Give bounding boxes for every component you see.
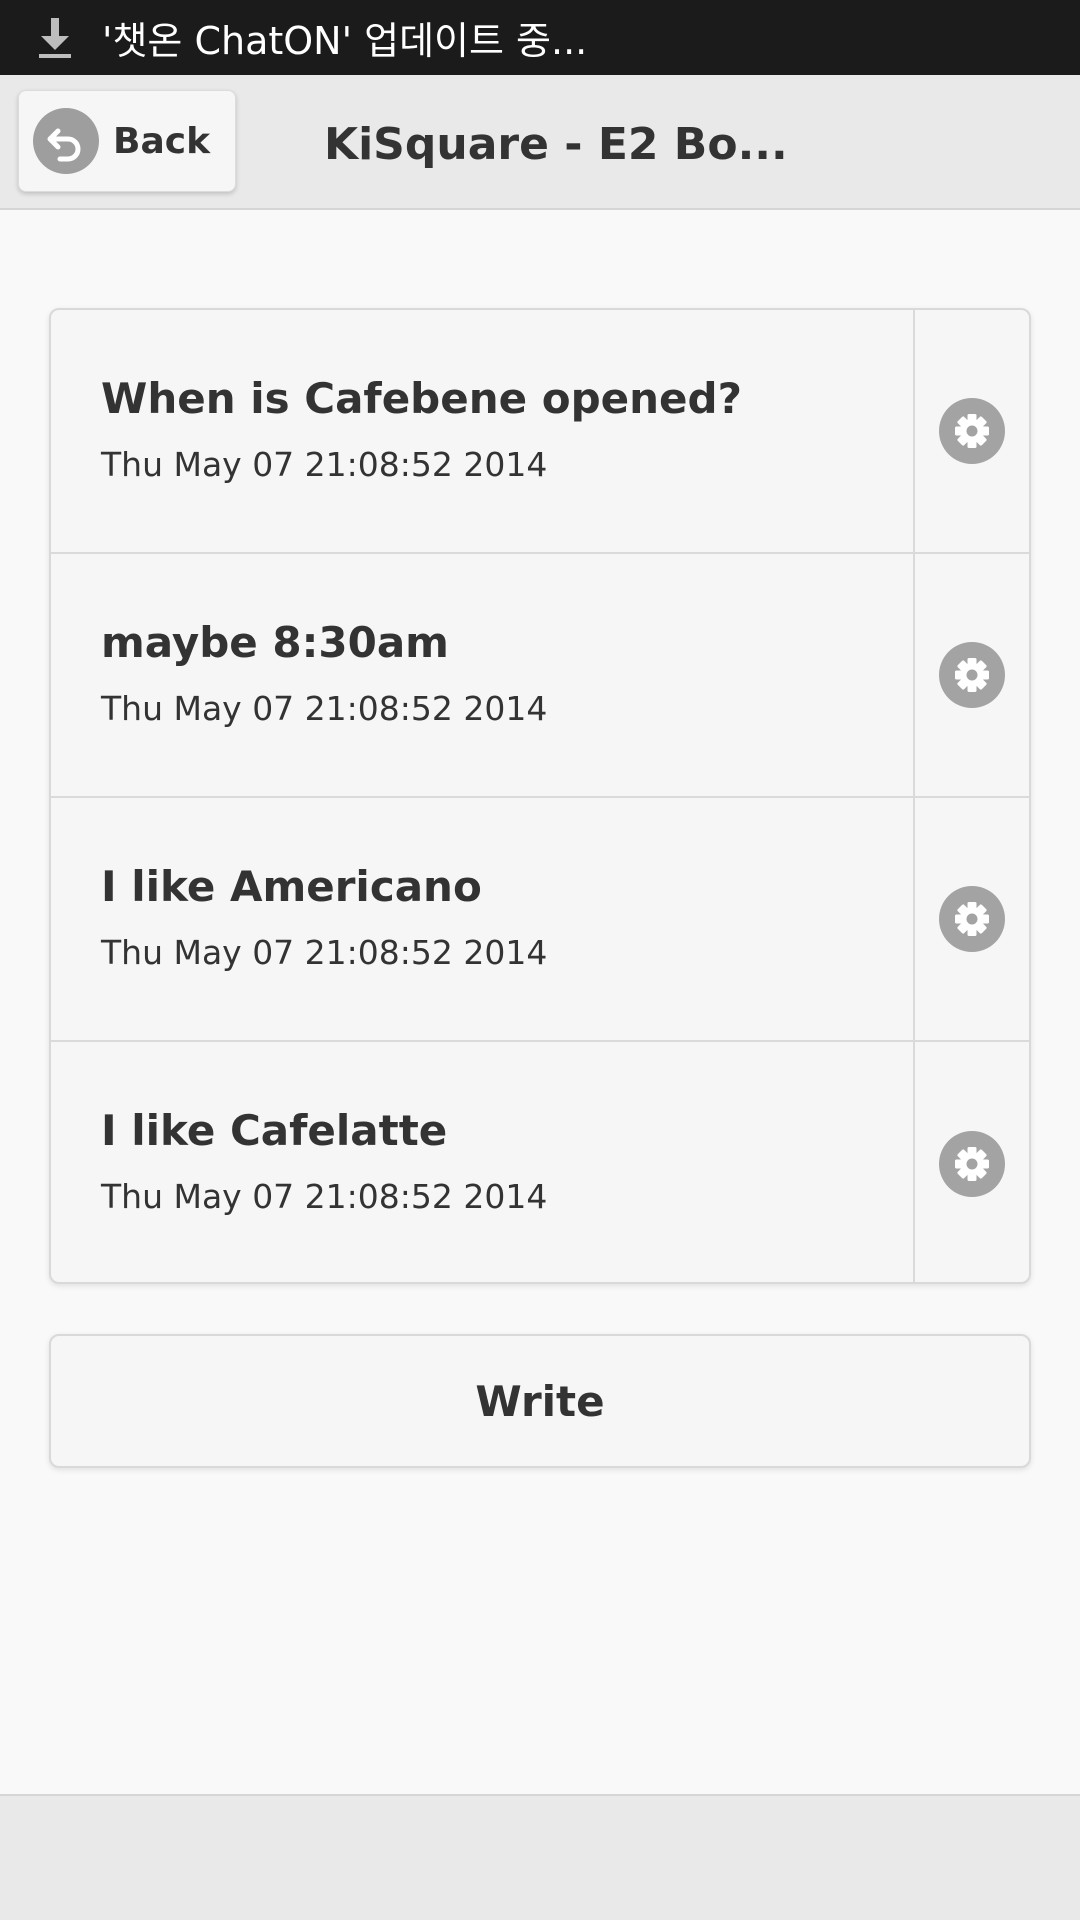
footer-bar xyxy=(0,1794,1080,1920)
notification-text: '챗온 ChatON' 업데이트 중... xyxy=(102,19,588,63)
back-label: Back xyxy=(113,120,211,162)
download-icon xyxy=(0,0,110,75)
status-bar: '챗온 ChatON' 업데이트 중... xyxy=(0,0,1080,75)
write-label: Write xyxy=(475,1376,605,1426)
post-content[interactable]: maybe 8:30am Thu May 07 21:08:52 2014 xyxy=(51,554,913,796)
post-title: I like Cafelatte xyxy=(101,1106,448,1155)
post-settings-button[interactable] xyxy=(913,1042,1029,1282)
post-date: Thu May 07 21:08:52 2014 xyxy=(101,1177,548,1216)
post-list: When is Cafebene opened? Thu May 07 21:0… xyxy=(49,308,1031,1284)
back-button[interactable]: Back xyxy=(18,90,236,192)
gear-icon xyxy=(939,642,1005,708)
gear-icon xyxy=(939,1131,1005,1197)
page-title: KiSquare - E2 Bo... xyxy=(324,119,788,170)
header-bar: Back KiSquare - E2 Bo... xyxy=(0,75,1080,210)
list-item: maybe 8:30am Thu May 07 21:08:52 2014 xyxy=(51,554,1029,798)
gear-icon xyxy=(939,886,1005,952)
post-title: maybe 8:30am xyxy=(101,618,449,667)
undo-arrow-icon xyxy=(33,108,99,174)
post-date: Thu May 07 21:08:52 2014 xyxy=(101,933,548,972)
post-date: Thu May 07 21:08:52 2014 xyxy=(101,445,548,484)
list-item: I like Cafelatte Thu May 07 21:08:52 201… xyxy=(51,1042,1029,1282)
post-settings-button[interactable] xyxy=(913,798,1029,1040)
post-date: Thu May 07 21:08:52 2014 xyxy=(101,689,548,728)
gear-icon xyxy=(939,398,1005,464)
post-title: When is Cafebene opened? xyxy=(101,374,742,423)
post-content[interactable]: I like Cafelatte Thu May 07 21:08:52 201… xyxy=(51,1042,913,1282)
list-item: When is Cafebene opened? Thu May 07 21:0… xyxy=(51,310,1029,554)
post-settings-button[interactable] xyxy=(913,554,1029,796)
post-content[interactable]: When is Cafebene opened? Thu May 07 21:0… xyxy=(51,310,913,552)
post-title: I like Americano xyxy=(101,862,482,911)
post-content[interactable]: I like Americano Thu May 07 21:08:52 201… xyxy=(51,798,913,1040)
list-item: I like Americano Thu May 07 21:08:52 201… xyxy=(51,798,1029,1042)
write-button[interactable]: Write xyxy=(49,1334,1031,1468)
post-settings-button[interactable] xyxy=(913,310,1029,552)
